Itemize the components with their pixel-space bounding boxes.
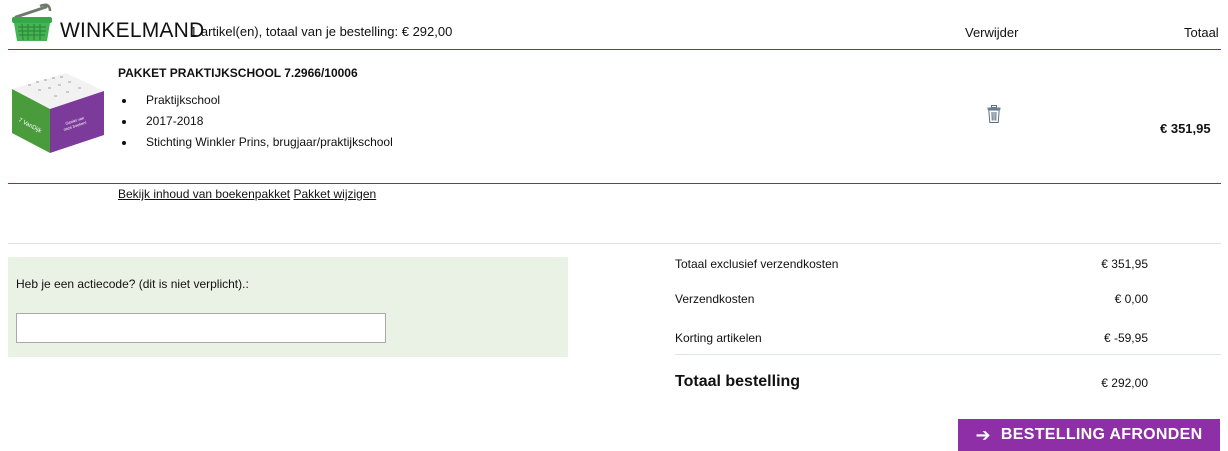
product-image: 7 VanDijk Geniet van onze boeken! bbox=[12, 73, 104, 153]
cart-summary: 1 artikel(en), totaal van je bestelling:… bbox=[190, 24, 453, 39]
list-item: Praktijkschool bbox=[118, 90, 393, 111]
coupon-code-input[interactable] bbox=[16, 313, 386, 343]
product-links: Bekijk inhoud van boekenpakket Pakket wi… bbox=[118, 187, 376, 201]
header-divider bbox=[8, 49, 1221, 50]
list-item: Stichting Winkler Prins, brugjaar/prakti… bbox=[118, 132, 393, 153]
column-header-remove: Verwijder bbox=[965, 25, 1019, 40]
totals-divider bbox=[675, 354, 1221, 355]
basket-icon bbox=[12, 3, 52, 41]
page-title: WINKELMAND bbox=[60, 19, 205, 42]
trash-icon[interactable] bbox=[987, 105, 1001, 123]
checkout-button-label: BESTELLING AFRONDEN bbox=[1000, 426, 1203, 443]
coupon-label: Heb je een actiecode? (dit is niet verpl… bbox=[16, 277, 249, 291]
order-total-label: Totaal bestelling bbox=[675, 373, 801, 390]
product-details-list: Praktijkschool 2017-2018 Stichting Winkl… bbox=[118, 90, 393, 153]
discount-label: Korting artikelen bbox=[675, 331, 762, 345]
subtotal-label: Totaal exclusief verzendkosten bbox=[675, 257, 839, 271]
view-package-contents-link[interactable]: Bekijk inhoud van boekenpakket bbox=[118, 187, 290, 201]
shipping-label: Verzendkosten bbox=[675, 292, 755, 306]
column-header-total: Totaal bbox=[1184, 25, 1219, 40]
checkout-button[interactable]: ➔ BESTELLING AFRONDEN bbox=[958, 419, 1220, 451]
section-divider bbox=[8, 243, 1221, 244]
list-item: 2017-2018 bbox=[118, 111, 393, 132]
product-name: PAKKET PRAKTIJKSCHOOL 7.2966/10006 bbox=[118, 66, 358, 80]
order-total-value: € 292,00 bbox=[1101, 376, 1148, 390]
shipping-value: € 0,00 bbox=[1114, 292, 1148, 306]
arrow-right-icon: ➔ bbox=[975, 424, 991, 445]
subtotal-value: € 351,95 bbox=[1101, 257, 1148, 271]
edit-package-link[interactable]: Pakket wijzigen bbox=[293, 187, 376, 201]
discount-value: € -59,95 bbox=[1103, 331, 1148, 345]
product-row-divider bbox=[8, 183, 1221, 184]
line-total-price: € 351,95 bbox=[1160, 121, 1211, 136]
